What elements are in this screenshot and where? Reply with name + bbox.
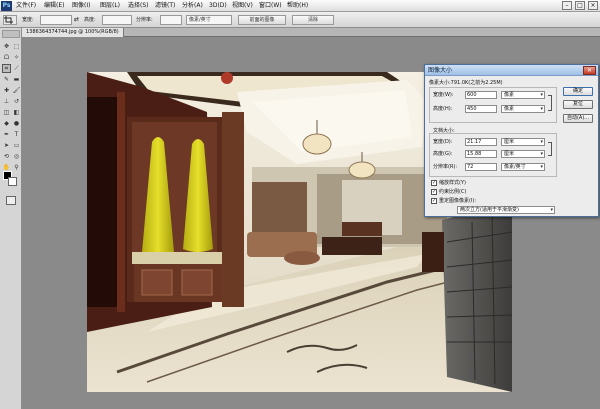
- resolution-unit-select[interactable]: 像素/英寸: [501, 163, 545, 171]
- resample-method-select[interactable]: 两次立方(适用于平滑渐变): [457, 206, 555, 214]
- constrain-proportions-checkbox[interactable]: ✓: [431, 189, 437, 195]
- auto-button[interactable]: 自动(A)...: [563, 114, 593, 123]
- window-controls: – □ ×: [562, 1, 598, 11]
- zoom-tool-icon[interactable]: ⚲: [12, 163, 21, 172]
- doc-width-unit-select[interactable]: 厘米: [501, 138, 545, 146]
- resolution-label: 分辨率(R):: [433, 164, 458, 170]
- eraser-tool-icon[interactable]: ◫: [2, 108, 11, 117]
- doc-height-unit-select[interactable]: 厘米: [501, 150, 545, 158]
- crop-tool-preset[interactable]: [3, 15, 17, 25]
- height-label: 高度(H):: [433, 106, 453, 112]
- width-label: 宽度(W):: [433, 92, 454, 98]
- pixel-height-input[interactable]: 450: [465, 105, 497, 113]
- resolution-input[interactable]: 72: [465, 163, 497, 171]
- constrain-proportions-label: 约束比例(C): [439, 189, 467, 195]
- menu-image[interactable]: 图像(I): [72, 0, 90, 12]
- dialog-title: 图像大小: [428, 67, 453, 74]
- resolution-label: 分辨率:: [136, 17, 153, 23]
- scale-styles-label: 缩放样式(Y): [439, 180, 466, 186]
- clear-button[interactable]: 清除: [292, 15, 334, 25]
- text-tool-icon[interactable]: T: [12, 130, 21, 139]
- ok-button[interactable]: 确定: [563, 87, 593, 96]
- pixel-width-input[interactable]: 600: [465, 91, 497, 99]
- dialog-title-bar[interactable]: 图像大小: [425, 65, 598, 76]
- resolution-input[interactable]: [160, 15, 182, 25]
- shape-tool-icon[interactable]: ▭: [12, 141, 21, 150]
- dialog-close-button[interactable]: ✕: [583, 66, 596, 75]
- doc-height-input[interactable]: 15.88: [465, 150, 497, 158]
- height-label: 高度:: [84, 17, 96, 23]
- document-tab[interactable]: 1386364374744.jpg @ 100%(RGB/8): [22, 28, 124, 37]
- crop-icon: [4, 16, 13, 24]
- clone-stamp-icon[interactable]: ⊥: [2, 97, 11, 106]
- resolution-unit-select[interactable]: 像素/英寸: [186, 15, 232, 25]
- dodge-tool-icon[interactable]: ●: [12, 119, 21, 128]
- pen-tool-icon[interactable]: ✒: [2, 130, 11, 139]
- ruler-tool-icon[interactable]: ▬: [12, 75, 21, 84]
- background-color-swatch[interactable]: [8, 177, 17, 186]
- width-label: 宽度:: [22, 17, 34, 23]
- front-image-button[interactable]: 前面的图像: [238, 15, 286, 25]
- history-brush-icon[interactable]: ↺: [12, 97, 21, 106]
- menu-window[interactable]: 窗口(W): [259, 0, 282, 12]
- doc-link-bracket: [548, 142, 552, 156]
- toolbox-grip[interactable]: [2, 30, 20, 38]
- reset-button[interactable]: 复位: [563, 100, 593, 109]
- pixel-link-bracket: [548, 95, 552, 111]
- quick-mask-icon[interactable]: [6, 196, 16, 205]
- document-tab-bar: 1386364374744.jpg @ 100%(RGB/8): [22, 28, 600, 37]
- 3d-rotate-icon[interactable]: ⟲: [2, 152, 11, 161]
- resample-checkbox[interactable]: ✓: [431, 198, 437, 204]
- maximize-icon[interactable]: □: [575, 1, 585, 10]
- brush-tool-icon[interactable]: 🖌: [12, 86, 21, 95]
- crop-tool-icon[interactable]: ⌗: [2, 64, 11, 73]
- height-input[interactable]: [102, 15, 132, 25]
- slice-tool-icon[interactable]: ⟋: [12, 64, 21, 73]
- menu-file[interactable]: 文件(F): [16, 0, 36, 12]
- toolbox: ✥ ⬚ ᗝ ✧ ⌗ ⟋ ✎ ▬ ✚ 🖌 ⊥ ↺ ◫ ◧ ◆ ● ✒ T ➤ ▭ …: [0, 28, 22, 409]
- menu-view[interactable]: 视图(V): [232, 0, 253, 12]
- pixel-dimensions-label: 像素大小:791.0K(之前为2.25M): [429, 80, 503, 86]
- pixel-width-unit-select[interactable]: 像素: [501, 91, 545, 99]
- lasso-tool-icon[interactable]: ᗝ: [2, 53, 11, 62]
- menu-3d[interactable]: 3D(D): [209, 0, 227, 12]
- document-size-label: 文档大小:: [433, 128, 455, 134]
- swap-icon[interactable]: ⇄: [74, 15, 79, 25]
- image-size-dialog: 图像大小 ✕ 像素大小:791.0K(之前为2.25M) 宽度(W): 600 …: [424, 64, 599, 217]
- healing-brush-icon[interactable]: ✚: [2, 86, 11, 95]
- marquee-tool-icon[interactable]: ⬚: [12, 42, 21, 51]
- path-select-icon[interactable]: ➤: [2, 141, 11, 150]
- doc-height-label: 高度(G):: [433, 151, 453, 157]
- blur-tool-icon[interactable]: ◆: [2, 119, 11, 128]
- scale-styles-checkbox[interactable]: ✓: [431, 180, 437, 186]
- menu-analysis[interactable]: 分析(A): [182, 0, 203, 12]
- width-input[interactable]: [40, 15, 72, 25]
- pixel-height-unit-select[interactable]: 像素: [501, 105, 545, 113]
- magic-wand-icon[interactable]: ✧: [12, 53, 21, 62]
- gradient-tool-icon[interactable]: ◧: [12, 108, 21, 117]
- menu-help[interactable]: 帮助(H): [287, 0, 308, 12]
- 3d-orbit-icon[interactable]: ◎: [12, 152, 21, 161]
- menu-layer[interactable]: 图层(L): [100, 0, 120, 12]
- photoshop-logo: Ps: [1, 1, 12, 11]
- menu-filter[interactable]: 滤镜(T): [155, 0, 175, 12]
- tool-grid: ✥ ⬚ ᗝ ✧ ⌗ ⟋ ✎ ▬ ✚ 🖌 ⊥ ↺ ◫ ◧ ◆ ● ✒ T ➤ ▭ …: [2, 42, 22, 172]
- menu-select[interactable]: 选择(S): [128, 0, 149, 12]
- resample-label: 重定图像像素(I):: [439, 198, 477, 204]
- move-tool-icon[interactable]: ✥: [2, 42, 11, 51]
- menu-bar: Ps 文件(F) 编辑(E) 图像(I) 图层(L) 选择(S) 滤镜(T) 分…: [0, 0, 600, 12]
- close-icon[interactable]: ×: [588, 1, 598, 10]
- options-bar: 宽度: ⇄ 高度: 分辨率: 像素/英寸 前面的图像 清除: [0, 12, 600, 28]
- eyedropper-tool-icon[interactable]: ✎: [2, 75, 11, 84]
- doc-width-input[interactable]: 21.17: [465, 138, 497, 146]
- doc-width-label: 宽度(D):: [433, 139, 453, 145]
- minimize-icon[interactable]: –: [562, 1, 572, 10]
- menu-edit[interactable]: 编辑(E): [44, 0, 64, 12]
